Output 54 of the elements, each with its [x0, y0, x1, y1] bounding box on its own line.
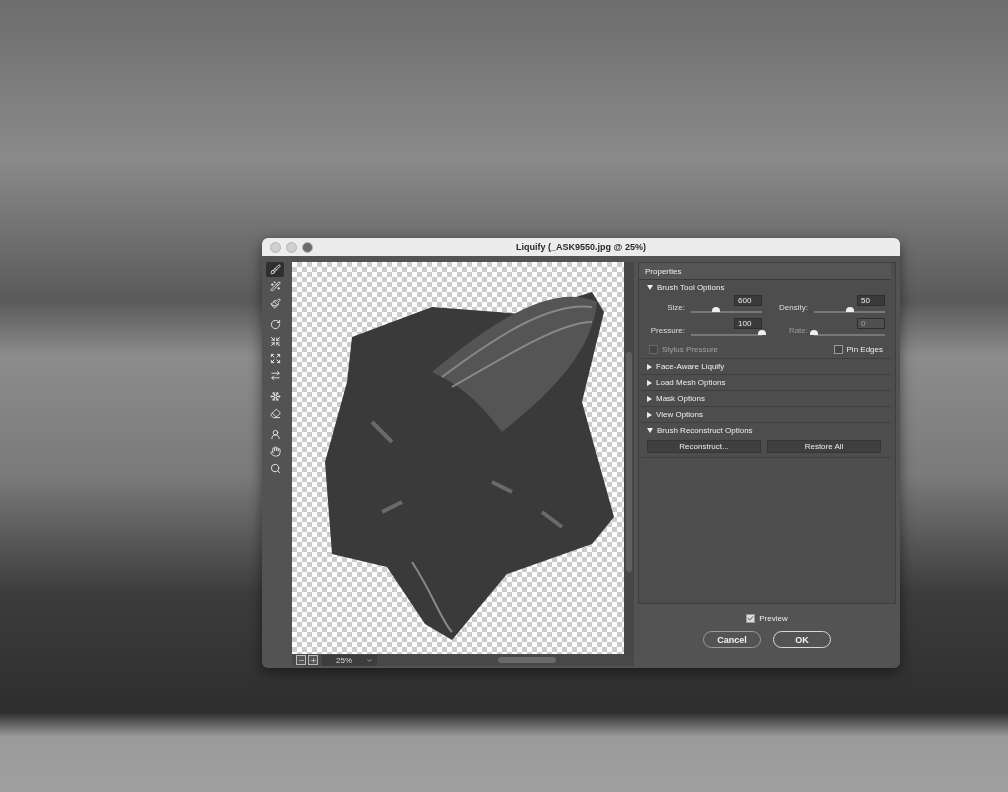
brush-icon	[269, 264, 281, 275]
slider-label: Density:	[778, 303, 809, 314]
ok-button[interactable]: OK	[773, 631, 831, 648]
checkbox[interactable]	[833, 345, 843, 354]
expand-triangle-icon	[647, 395, 652, 402]
zoom-in-button[interactable]	[308, 655, 318, 665]
section-header[interactable]: Brush Reconstruct Options	[641, 423, 753, 438]
expand-icon	[269, 353, 281, 364]
value-field[interactable]: 100	[734, 318, 762, 329]
image-canvas[interactable]	[292, 262, 624, 654]
wand-icon	[269, 281, 281, 292]
checkbox-label: Pin Edges	[846, 345, 883, 354]
value-field[interactable]: 600	[734, 295, 762, 306]
section-header[interactable]: Load Mesh Options	[641, 375, 726, 390]
person-icon	[269, 429, 281, 440]
cancel-button[interactable]: Cancel	[703, 631, 761, 648]
plus-icon	[309, 656, 317, 664]
hand-icon	[269, 446, 281, 457]
arrows-icon	[269, 370, 281, 381]
section-header[interactable]: View Options	[641, 407, 703, 422]
checkbox-label: Preview	[759, 614, 788, 623]
chevron-down-icon	[366, 656, 373, 664]
value-field[interactable]: 50	[857, 295, 885, 306]
search-icon	[269, 463, 281, 474]
slider-label: Rate:	[787, 326, 809, 337]
paintbrush-icon	[269, 298, 281, 309]
zoom-button[interactable]	[302, 241, 313, 253]
shrink-icon	[269, 336, 281, 347]
tool-button[interactable]	[266, 262, 284, 277]
snowflake-icon	[269, 391, 281, 402]
collapse-triangle-icon	[647, 285, 653, 290]
slider-thumb[interactable]	[711, 307, 720, 312]
expand-triangle-icon	[647, 363, 652, 370]
section-header[interactable]: Face-Aware Liquify	[641, 359, 725, 374]
checkbox-label: Stylus Pressure	[662, 345, 719, 354]
rotate-icon	[269, 319, 281, 330]
zoom-out-button[interactable]	[296, 655, 306, 665]
section-header[interactable]: Brush Tool Options	[641, 280, 725, 295]
expand-triangle-icon	[647, 379, 652, 386]
eraser-icon	[269, 408, 281, 419]
expand-triangle-icon	[647, 411, 652, 418]
section-header[interactable]: Mask Options	[641, 391, 705, 406]
collapse-triangle-icon	[647, 428, 653, 433]
slider-label: Size:	[666, 303, 686, 314]
slider-thumb[interactable]	[845, 307, 854, 312]
reconstruct-button[interactable]: Restore All	[767, 440, 881, 453]
checkbox[interactable]	[746, 614, 756, 623]
zoom-dropdown[interactable]: 25%	[322, 654, 377, 666]
reconstruct-button[interactable]: Reconstruct...	[647, 440, 761, 453]
slider-thumb[interactable]	[758, 330, 766, 335]
slider-label: Pressure:	[649, 326, 686, 337]
scrollbar[interactable]	[624, 262, 634, 654]
window-title: Liquify (_ASK9550.jpg @ 25%)	[515, 242, 647, 252]
panel-title: Properties	[639, 263, 891, 280]
